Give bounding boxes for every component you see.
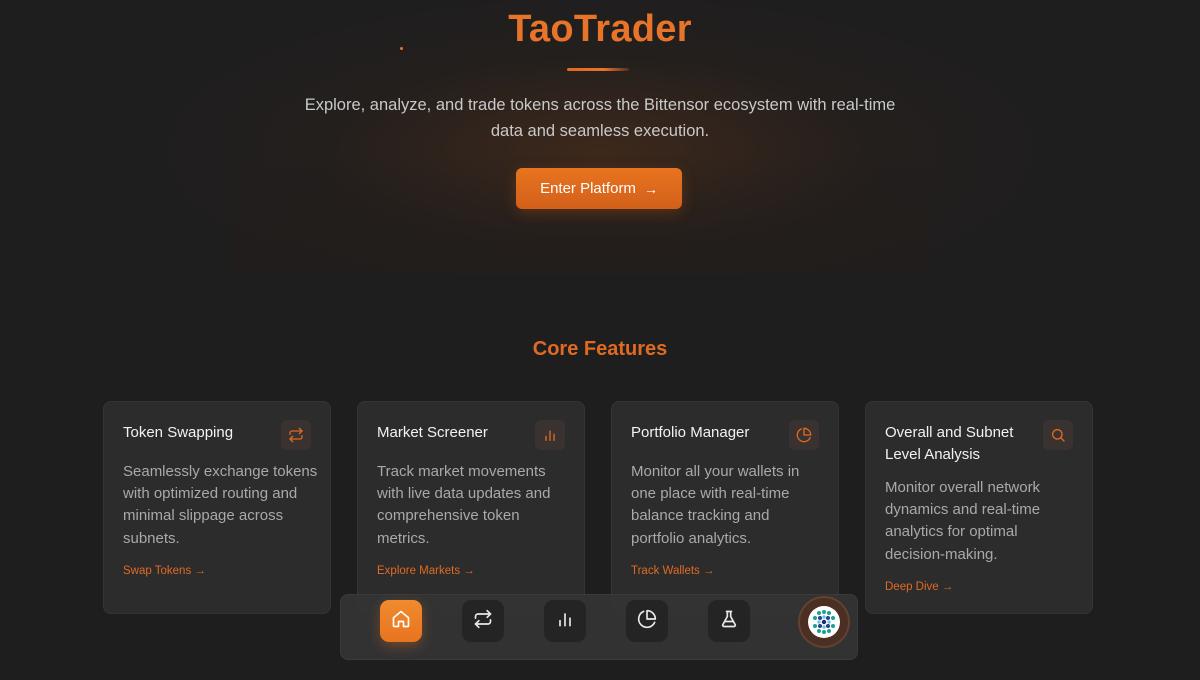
feature-card-description: Monitor overall network dynamics and rea… bbox=[885, 479, 1041, 563]
home-icon bbox=[391, 609, 411, 634]
bottom-navigation-dock bbox=[340, 594, 858, 660]
dock-portfolio-button[interactable] bbox=[626, 600, 668, 642]
section-title: Core Features bbox=[532, 338, 668, 360]
user-avatar-icon[interactable] bbox=[800, 598, 848, 646]
arrow-right-icon: → bbox=[194, 565, 206, 577]
title-underline bbox=[567, 68, 629, 71]
feature-card-title: Market Screener bbox=[377, 424, 488, 441]
explore-markets-link-label: Explore Markets bbox=[377, 565, 461, 577]
feature-card-description: Track market movements with live data up… bbox=[377, 463, 551, 547]
feature-card-subnet-analysis: Overall and Subnet Level Analysis Monito… bbox=[865, 401, 1093, 614]
swap-tokens-link-label: Swap Tokens bbox=[123, 565, 192, 577]
arrow-right-icon: → bbox=[463, 565, 475, 577]
flask-icon bbox=[719, 609, 739, 634]
deep-dive-link-label: Deep Dive bbox=[885, 581, 939, 593]
search-icon bbox=[1043, 420, 1073, 450]
pie-chart-icon bbox=[789, 420, 819, 450]
swap-arrows-icon bbox=[473, 609, 493, 634]
swap-arrows-icon bbox=[281, 420, 311, 450]
feature-card-description: Monitor all your wallets in one place wi… bbox=[631, 463, 800, 547]
swap-tokens-link[interactable]: Swap Tokens → bbox=[123, 565, 206, 577]
feature-card-description: Seamlessly exchange tokens with optimize… bbox=[123, 463, 318, 547]
bar-chart-icon bbox=[535, 420, 565, 450]
page-title: TaoTrader bbox=[508, 8, 692, 50]
track-wallets-link-label: Track Wallets bbox=[631, 565, 700, 577]
dock-labs-button[interactable] bbox=[708, 600, 750, 642]
dock-home-button[interactable] bbox=[380, 600, 422, 642]
enter-platform-label: Enter Platform bbox=[540, 180, 636, 197]
feature-card-title: Portfolio Manager bbox=[631, 424, 750, 441]
landing-page: TaoTrader Explore, analyze, and trade to… bbox=[0, 0, 1200, 680]
arrow-right-icon: → bbox=[643, 180, 658, 197]
feature-card-portfolio-manager: Portfolio Manager Monitor all your walle… bbox=[611, 401, 839, 614]
hero-description: Explore, analyze, and trade tokens acros… bbox=[304, 96, 896, 140]
feature-card-market-screener: Market Screener Track market movements w… bbox=[357, 401, 585, 614]
feature-card-title: Token Swapping bbox=[123, 424, 234, 441]
arrow-right-icon: → bbox=[941, 581, 954, 593]
dock-markets-button[interactable] bbox=[544, 600, 586, 642]
dock-swap-button[interactable] bbox=[462, 600, 504, 642]
arrow-right-icon: → bbox=[703, 565, 715, 577]
enter-platform-button[interactable]: Enter Platform → bbox=[516, 168, 682, 209]
active-indicator-dot bbox=[400, 47, 403, 50]
feature-card-title: Overall and Subnet Level Analysis bbox=[885, 424, 1014, 463]
deep-dive-link[interactable]: Deep Dive → bbox=[885, 581, 953, 593]
bar-chart-icon bbox=[555, 609, 575, 634]
pie-chart-icon bbox=[637, 609, 657, 634]
feature-card-token-swapping: Token Swapping Seamlessly exchange token… bbox=[103, 401, 331, 614]
explore-markets-link[interactable]: Explore Markets → bbox=[377, 565, 475, 577]
track-wallets-link[interactable]: Track Wallets → bbox=[631, 565, 715, 577]
